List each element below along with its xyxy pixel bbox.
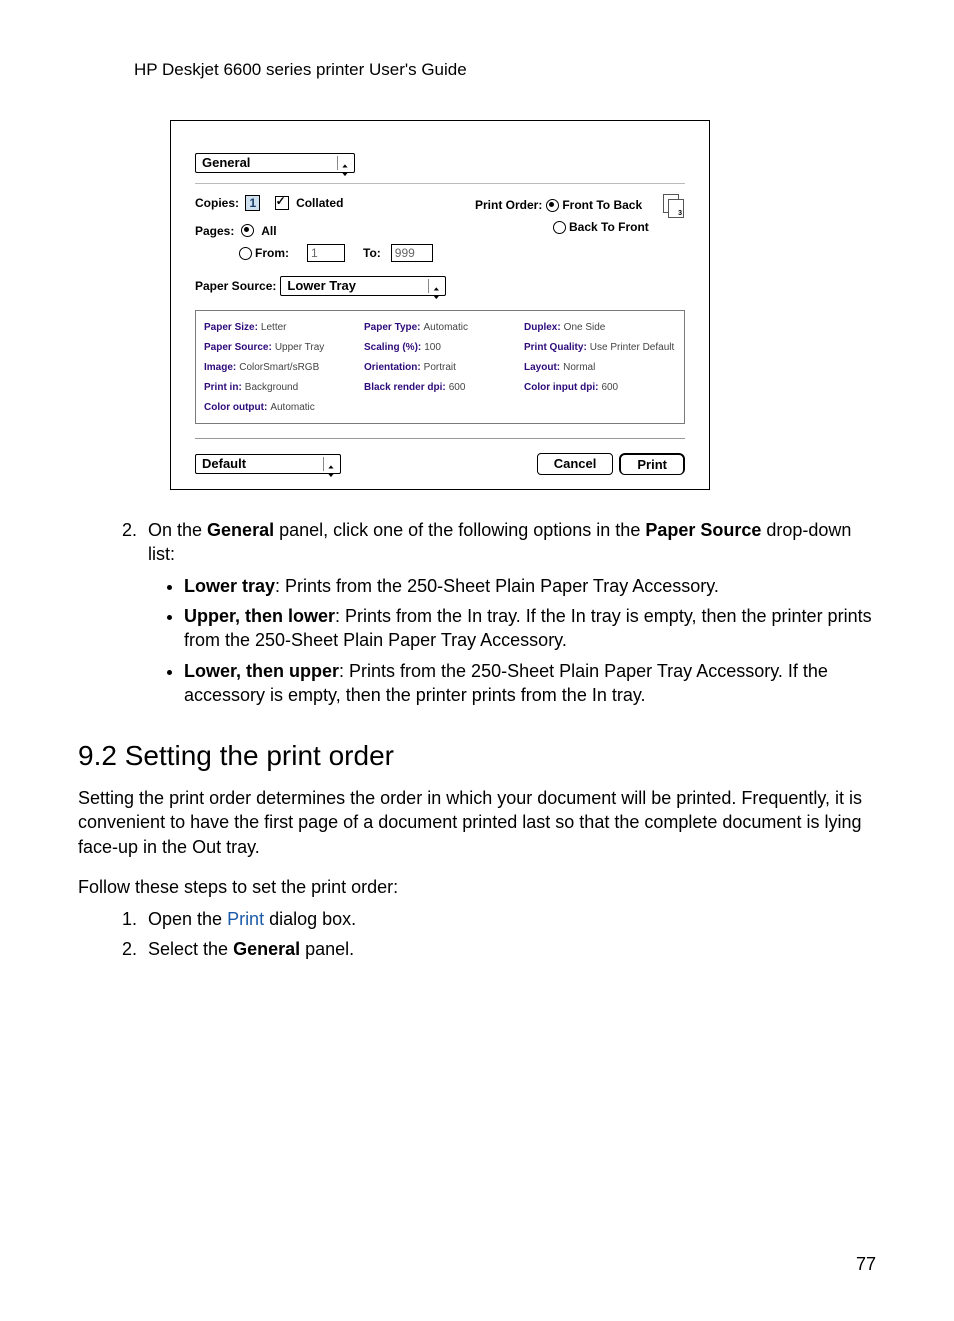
t: Open the: [148, 909, 227, 929]
t: panel, click one of the following option…: [274, 520, 645, 540]
settings-summary: Paper Size:Letter Paper Type:Automatic D…: [195, 310, 685, 424]
sum-paper-type-l: Paper Type:: [364, 322, 421, 333]
sum-image-v: ColorSmart/sRGB: [239, 362, 319, 373]
sum-paper-type-v: Automatic: [424, 322, 468, 333]
pages-from-label: From:: [255, 246, 289, 260]
paper-source-value: Lower Tray: [287, 278, 356, 293]
dropdown-arrows-icon: ▲▼: [323, 457, 338, 471]
print-button[interactable]: Print: [621, 456, 683, 474]
sum-layout-v: Normal: [563, 362, 595, 373]
copies-label: Copies:: [195, 196, 239, 210]
sum-paper-source-v: Upper Tray: [275, 342, 324, 353]
option-upper-then-lower: Upper, then lower: Prints from the In tr…: [184, 604, 876, 652]
sum-orientation-l: Orientation:: [364, 362, 421, 373]
sum-scaling-v: 100: [424, 342, 441, 353]
step-1-open-print: Open the Print dialog box.: [142, 907, 876, 931]
dropdown-arrows-icon: ▲▼: [428, 279, 443, 293]
sum-color-dpi-v: 600: [601, 382, 618, 393]
t-bold: Lower, then upper: [184, 661, 339, 681]
step-2: On the General panel, click one of the f…: [142, 518, 876, 707]
sum-color-output-l: Color output:: [204, 402, 267, 413]
t: On the: [148, 520, 207, 540]
t: dialog box.: [264, 909, 356, 929]
page-header: HP Deskjet 6600 series printer User's Gu…: [134, 60, 876, 80]
preset-value: Default: [202, 456, 246, 471]
back-to-front-label: Back To Front: [569, 220, 649, 234]
panel-select[interactable]: General ▲▼: [195, 153, 355, 173]
sum-print-quality-l: Print Quality:: [524, 342, 587, 353]
t-bold: Paper Source: [645, 520, 761, 540]
print-button-wrap[interactable]: Print: [619, 453, 685, 475]
t-bold: Lower tray: [184, 576, 275, 596]
pages-from-radio[interactable]: [239, 247, 252, 260]
t: : Prints from the 250-Sheet Plain Paper …: [275, 576, 719, 596]
pages-all-radio[interactable]: [241, 224, 254, 237]
sum-color-dpi-l: Color input dpi:: [524, 382, 598, 393]
dropdown-arrows-icon: ▲▼: [337, 156, 352, 170]
front-to-back-label: Front To Back: [562, 198, 642, 212]
panel-select-value: General: [202, 155, 250, 170]
sum-black-dpi-l: Black render dpi:: [364, 382, 446, 393]
preset-select[interactable]: Default ▲▼: [195, 454, 341, 474]
pages-to-label: To:: [363, 246, 381, 260]
t-bold: General: [207, 520, 274, 540]
print-link[interactable]: Print: [227, 909, 264, 929]
sum-print-in-v: Background: [245, 382, 298, 393]
collated-checkbox[interactable]: [275, 196, 289, 210]
paragraph: Setting the print order determines the o…: [78, 786, 876, 858]
pages-to-input[interactable]: 999: [391, 244, 433, 262]
print-order-label: Print Order:: [475, 198, 542, 212]
sum-image-l: Image:: [204, 362, 236, 373]
sum-color-output-v: Automatic: [270, 402, 314, 413]
sum-scaling-l: Scaling (%):: [364, 342, 421, 353]
sum-print-quality-v: Use Printer Default: [590, 342, 674, 353]
step-2-select-general: Select the General panel.: [142, 937, 876, 961]
sum-black-dpi-v: 600: [449, 382, 466, 393]
paragraph: Follow these steps to set the print orde…: [78, 875, 876, 899]
front-to-back-radio[interactable]: [546, 199, 559, 212]
option-lower-then-upper: Lower, then upper: Prints from the 250-S…: [184, 659, 876, 707]
pages-label: Pages:: [195, 224, 234, 238]
option-lower-tray: Lower tray: Prints from the 250-Sheet Pl…: [184, 574, 876, 598]
copies-input[interactable]: 1: [245, 195, 260, 211]
sum-duplex-l: Duplex:: [524, 322, 561, 333]
back-to-front-radio[interactable]: [553, 221, 566, 234]
sum-duplex-v: One Side: [564, 322, 606, 333]
t-bold: Upper, then lower: [184, 606, 335, 626]
cancel-button[interactable]: Cancel: [537, 453, 614, 475]
sum-layout-l: Layout:: [524, 362, 560, 373]
sum-paper-source-l: Paper Source:: [204, 342, 272, 353]
sum-paper-size-v: Letter: [261, 322, 287, 333]
pages-from-input[interactable]: 1: [307, 244, 345, 262]
page-number: 77: [856, 1254, 876, 1275]
collated-label: Collated: [296, 196, 343, 210]
t: panel.: [300, 939, 354, 959]
section-heading: 9.2 Setting the print order: [78, 737, 876, 775]
page-order-icon: 1 3: [663, 194, 685, 216]
print-dialog: General ▲▼ Copies: 1 Collated Pages: All: [170, 120, 710, 490]
sum-print-in-l: Print in:: [204, 382, 242, 393]
t-bold: General: [233, 939, 300, 959]
pages-all-label: All: [261, 224, 276, 238]
sum-orientation-v: Portrait: [424, 362, 456, 373]
t: Select the: [148, 939, 233, 959]
sum-paper-size-l: Paper Size:: [204, 322, 258, 333]
paper-source-select[interactable]: Lower Tray ▲▼: [280, 276, 446, 296]
paper-source-label: Paper Source:: [195, 279, 276, 293]
